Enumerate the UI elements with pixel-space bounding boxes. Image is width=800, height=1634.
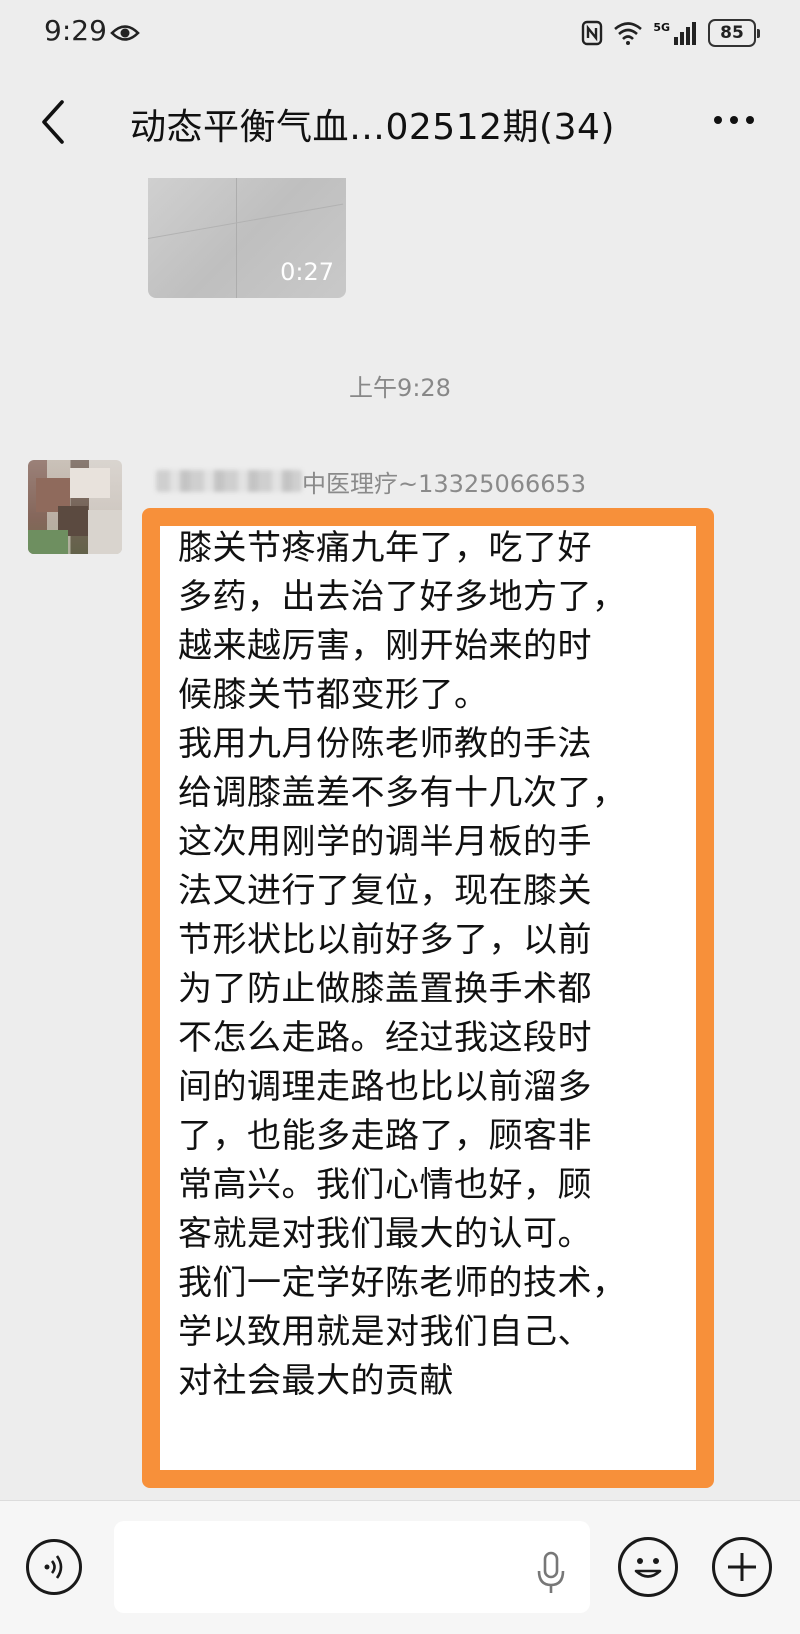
status-icons: 5G 85 — [581, 16, 760, 50]
eye-icon — [110, 25, 140, 41]
wifi-icon — [614, 22, 643, 45]
avatar-blur-block — [70, 468, 110, 498]
message-timestamp: 上午9:28 — [349, 374, 451, 402]
input-bar — [0, 1500, 800, 1634]
avatar-blur-block — [88, 510, 122, 554]
more-dots-icon[interactable] — [712, 110, 756, 130]
status-bar: 9:29 5G 85 — [0, 0, 800, 66]
video-duration: 0:27 — [280, 258, 334, 286]
video-frame-line — [148, 203, 344, 239]
sender-name: 中医理疗~13325066653 — [302, 470, 587, 498]
back-arrow-icon[interactable] — [38, 98, 68, 146]
signal-icon — [674, 22, 696, 45]
video-message-thumbnail[interactable]: 0:27 — [148, 178, 346, 298]
chat-title: 动态平衡气血…02512期(34) — [130, 107, 615, 148]
status-time: 9:29 — [44, 14, 107, 47]
nfc-icon — [582, 20, 603, 46]
network-type-label: 5G — [653, 20, 670, 34]
message-input[interactable] — [114, 1521, 590, 1613]
chat-header: 动态平衡气血…02512期(34) — [0, 66, 800, 178]
battery-icon: 85 — [708, 19, 760, 47]
message-text: 膝关节疼痛九年了，吃了好 多药，出去治了好多地方了， 越来越厉害，刚开始来的时 … — [178, 528, 627, 1401]
mic-icon[interactable] — [534, 1551, 568, 1595]
avatar[interactable] — [28, 460, 122, 554]
video-frame-line — [236, 178, 237, 298]
battery-level: 85 — [720, 23, 744, 43]
voice-icon[interactable] — [26, 1539, 82, 1595]
avatar-blur-block — [28, 530, 68, 554]
sender-name-redacted — [156, 470, 302, 492]
plus-icon[interactable] — [712, 1537, 772, 1597]
emoji-icon[interactable] — [618, 1537, 678, 1597]
